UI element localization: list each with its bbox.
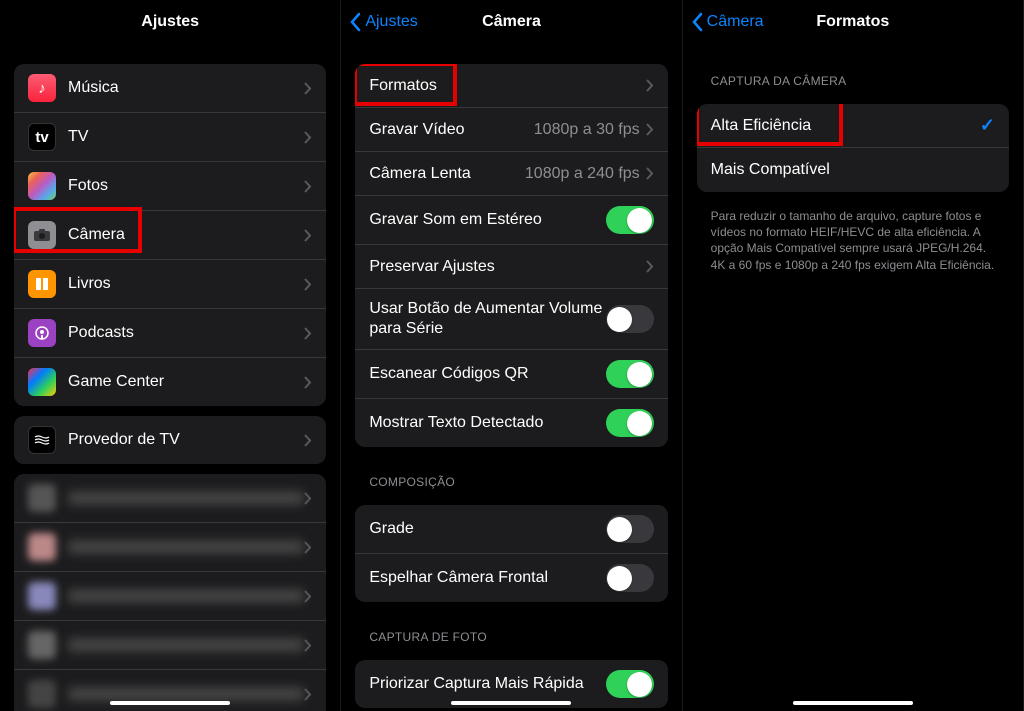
toggle-estereo[interactable]: [606, 206, 654, 234]
row-qr[interactable]: Escanear Códigos QR: [355, 350, 667, 399]
settings-group-blurred: [14, 474, 326, 711]
section-captura-camera: CAPTURA DA CÂMERA: [683, 44, 1023, 94]
row-blurred[interactable]: [14, 523, 326, 572]
camera-group-main: Formatos Gravar Vídeo 1080p a 30 fps Câm…: [355, 64, 667, 447]
chevron-right-icon: [646, 123, 654, 136]
row-fotos[interactable]: Fotos: [14, 162, 326, 211]
row-preservar[interactable]: Preservar Ajustes: [355, 245, 667, 289]
back-button[interactable]: Câmera: [691, 12, 764, 32]
row-blurred[interactable]: [14, 621, 326, 670]
camera-group-composicao: Grade Espelhar Câmera Frontal: [355, 505, 667, 602]
footer-formatos: Para reduzir o tamanho de arquivo, captu…: [683, 202, 1023, 273]
camera-icon: [28, 221, 56, 249]
music-icon: ♪: [28, 74, 56, 102]
provider-icon: [28, 426, 56, 454]
section-composicao: COMPOSIÇÃO: [341, 457, 681, 495]
photos-icon: [28, 172, 56, 200]
header: Câmera Formatos: [683, 0, 1023, 44]
checkmark-icon: ✓: [980, 115, 995, 136]
toggle-espelhar[interactable]: [606, 564, 654, 592]
row-grade[interactable]: Grade: [355, 505, 667, 554]
chevron-right-icon: [304, 327, 312, 340]
chevron-right-icon: [304, 131, 312, 144]
chevron-right-icon: [646, 167, 654, 180]
chevron-right-icon: [304, 376, 312, 389]
chevron-right-icon: [304, 229, 312, 242]
home-indicator[interactable]: [793, 701, 913, 705]
chevron-right-icon: [304, 82, 312, 95]
chevron-right-icon: [304, 180, 312, 193]
tv-icon: tv: [28, 123, 56, 151]
row-alta-eficiencia[interactable]: Alta Eficiência ✓: [697, 104, 1009, 148]
row-gravar-video[interactable]: Gravar Vídeo 1080p a 30 fps: [355, 108, 667, 152]
row-blurred[interactable]: [14, 474, 326, 523]
chevron-right-icon: [646, 260, 654, 273]
section-captura-foto: CAPTURA DE FOTO: [341, 612, 681, 650]
row-volume-serie[interactable]: Usar Botão de Aumentar Volume para Série: [355, 289, 667, 350]
panel-formatos: Câmera Formatos CAPTURA DA CÂMERA Alta E…: [683, 0, 1024, 711]
formatos-group: Alta Eficiência ✓ Mais Compatível: [697, 104, 1009, 192]
toggle-volume-serie[interactable]: [606, 305, 654, 333]
row-espelhar[interactable]: Espelhar Câmera Frontal: [355, 554, 667, 602]
chevron-right-icon: [304, 434, 312, 447]
panel-ajustes: Ajustes ♪ Música tv TV Fotos Câmera: [0, 0, 341, 711]
row-livros[interactable]: Livros: [14, 260, 326, 309]
books-icon: [28, 270, 56, 298]
toggle-priorizar[interactable]: [606, 670, 654, 698]
row-musica[interactable]: ♪ Música: [14, 64, 326, 113]
page-title: Ajustes: [141, 13, 199, 31]
toggle-texto[interactable]: [606, 409, 654, 437]
chevron-right-icon: [646, 79, 654, 92]
row-gamecenter[interactable]: Game Center: [14, 358, 326, 406]
row-estereo[interactable]: Gravar Som em Estéreo: [355, 196, 667, 245]
header: Ajustes Câmera: [341, 0, 681, 44]
page-title: Câmera: [482, 13, 541, 31]
header: Ajustes: [0, 0, 340, 44]
row-podcasts[interactable]: Podcasts: [14, 309, 326, 358]
gamecenter-icon: [28, 368, 56, 396]
podcasts-icon: [28, 319, 56, 347]
settings-group-provider: Provedor de TV: [14, 416, 326, 464]
row-camera-lenta[interactable]: Câmera Lenta 1080p a 240 fps: [355, 152, 667, 196]
chevron-right-icon: [304, 278, 312, 291]
row-provider-tv[interactable]: Provedor de TV: [14, 416, 326, 464]
settings-group-media: ♪ Música tv TV Fotos Câmera Livros: [14, 64, 326, 406]
row-mais-compativel[interactable]: Mais Compatível: [697, 148, 1009, 192]
row-blurred[interactable]: [14, 572, 326, 621]
home-indicator[interactable]: [451, 701, 571, 705]
row-texto-detectado[interactable]: Mostrar Texto Detectado: [355, 399, 667, 447]
row-formatos[interactable]: Formatos: [355, 64, 667, 108]
toggle-qr[interactable]: [606, 360, 654, 388]
back-button[interactable]: Ajustes: [349, 12, 417, 32]
page-title: Formatos: [816, 13, 889, 31]
row-camera[interactable]: Câmera: [14, 211, 326, 260]
toggle-grade[interactable]: [606, 515, 654, 543]
panel-camera: Ajustes Câmera Formatos Gravar Vídeo 108…: [341, 0, 682, 711]
home-indicator[interactable]: [110, 701, 230, 705]
row-tv[interactable]: tv TV: [14, 113, 326, 162]
